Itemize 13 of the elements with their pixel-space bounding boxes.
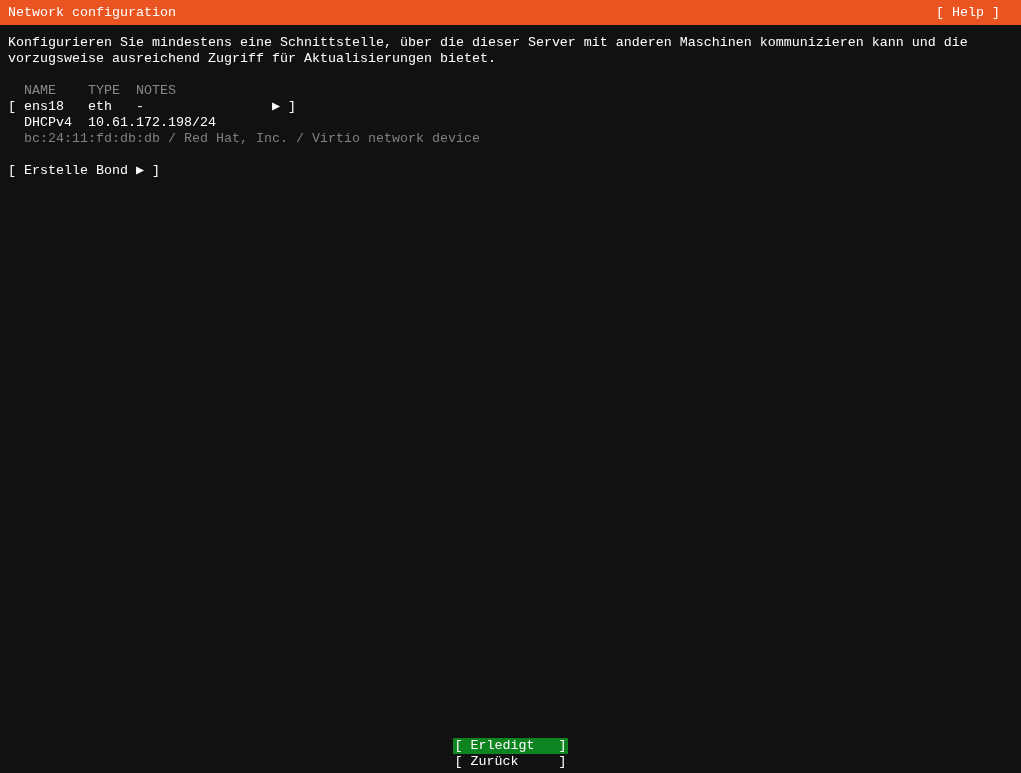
column-header: TYPE (88, 83, 121, 99)
help-button[interactable]: [ Help ] (936, 4, 1000, 21)
create-bond-button[interactable]: [ Erstelle Bond ▶ ] (8, 163, 160, 179)
window-title: Network configuration (8, 4, 176, 21)
description-text: Konfigurieren Sie mindestens eine Schnittstelle, über die dieser Server mit anderen Maschinen kommunizieren kann und die vorzugsweise ausreichend Zugriff für Aktualisierungen bietet. (8, 35, 969, 67)
ip-address: 10.61.172.198/24 (88, 115, 216, 131)
column-header: NOTES (136, 83, 176, 99)
menu-button[interactable]: [ Erledigt ] (452, 738, 569, 754)
menu-button[interactable]: [ Zurück ] (452, 754, 569, 770)
interface-row[interactable]: [ ens18 eth - ▶ ] (8, 99, 296, 115)
address-method: DHCPv4 (24, 115, 73, 131)
column-header: NAME (24, 83, 57, 99)
hardware-info: bc:24:11:fd:db:db / Red Hat, Inc. / Virtio network device (24, 131, 480, 146)
